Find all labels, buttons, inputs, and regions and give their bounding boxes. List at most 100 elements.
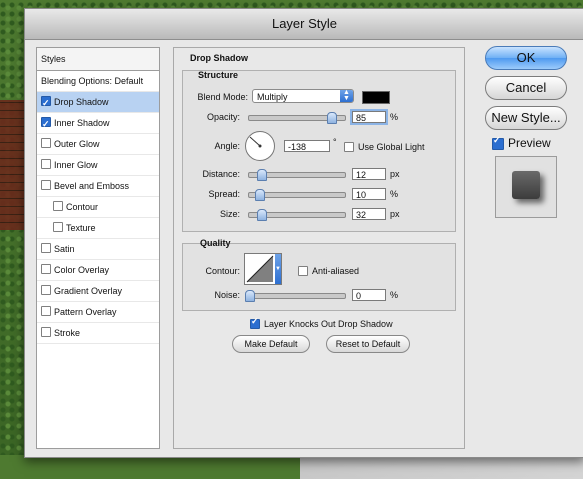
sidebar-item-inner-shadow[interactable]: Inner Shadow	[37, 113, 159, 134]
preview-thumbnail	[495, 156, 557, 218]
distance-slider-thumb[interactable]	[256, 169, 267, 181]
size-label: Size:	[219, 209, 240, 219]
sidebar-item-label: Stroke	[54, 328, 81, 338]
angle-unit: °	[333, 137, 337, 147]
knockout-label: Layer Knocks Out Drop Shadow	[264, 319, 393, 329]
ok-button[interactable]: OK	[485, 46, 567, 70]
quality-title: Quality	[200, 238, 231, 248]
reset-to-default-button[interactable]: Reset to Default	[326, 335, 410, 353]
distance-label: Distance:	[202, 169, 240, 179]
styles-list: Styles Blending Options: Default Drop Sh…	[36, 47, 160, 449]
sidebar-checkbox[interactable]	[41, 114, 51, 134]
spread-slider[interactable]	[248, 189, 346, 201]
noise-label: Noise:	[214, 290, 240, 300]
quality-group	[182, 243, 456, 311]
sidebar-item-outer-glow[interactable]: Outer Glow	[37, 134, 159, 155]
sidebar-item-label: Bevel and Emboss	[54, 181, 130, 191]
opacity-field[interactable]: 85	[352, 111, 386, 123]
styles-header[interactable]: Styles	[37, 48, 159, 71]
distance-field[interactable]: 12	[352, 168, 386, 180]
sidebar-item-label: Texture	[66, 223, 96, 233]
canvas-brick-texture	[0, 100, 26, 230]
sidebar-item-label: Contour	[66, 202, 99, 212]
use-global-light-checkbox[interactable]	[344, 142, 354, 152]
layer-style-dialog: Layer Style Styles Blending Options: Def…	[24, 8, 583, 458]
angle-dial[interactable]	[245, 131, 275, 161]
blend-mode-label: Blend Mode:	[197, 92, 248, 102]
sidebar-item-pattern-overlay[interactable]: Pattern Overlay	[37, 302, 159, 323]
sidebar-item-contour[interactable]: Contour	[37, 197, 159, 218]
size-field[interactable]: 32	[352, 208, 386, 220]
sidebar-item-label: Drop Shadow	[54, 97, 109, 107]
noise-slider[interactable]	[245, 290, 346, 302]
preview-checkbox[interactable]	[492, 135, 504, 150]
opacity-unit: %	[390, 112, 399, 122]
sidebar-item-color-overlay[interactable]: Color Overlay	[37, 260, 159, 281]
make-default-button[interactable]: Make Default	[232, 335, 310, 353]
preview-label: Preview	[508, 136, 551, 150]
angle-field[interactable]: -138	[284, 140, 330, 152]
sidebar-item-satin[interactable]: Satin	[37, 239, 159, 260]
new-style-button[interactable]: New Style...	[485, 106, 567, 130]
shadow-color-swatch[interactable]	[362, 91, 390, 104]
sidebar-item-stroke[interactable]: Stroke	[37, 323, 159, 344]
spread-label: Spread:	[208, 189, 240, 199]
sidebar-checkbox[interactable]	[41, 306, 51, 316]
sidebar-checkbox[interactable]	[53, 222, 63, 232]
canvas-bottom-strip	[0, 455, 583, 479]
preview-shape	[512, 171, 540, 199]
noise-unit: %	[390, 290, 399, 300]
sidebar-item-label: Outer Glow	[54, 139, 100, 149]
sidebar-checkbox[interactable]	[41, 243, 51, 253]
sidebar-item-label: Inner Glow	[54, 160, 98, 170]
sidebar-checkbox[interactable]	[41, 93, 51, 113]
opacity-label: Opacity:	[206, 112, 240, 122]
anti-aliased-checkbox[interactable]	[298, 266, 308, 276]
noise-slider-thumb[interactable]	[245, 290, 255, 302]
sidebar-checkbox[interactable]	[41, 285, 51, 295]
opacity-slider-thumb[interactable]	[326, 112, 337, 124]
sidebar-item-bevel-and-emboss[interactable]: Bevel and Emboss	[37, 176, 159, 197]
sidebar-item-gradient-overlay[interactable]: Gradient Overlay	[37, 281, 159, 302]
sidebar-checkbox[interactable]	[41, 327, 51, 337]
sidebar-item-label: Gradient Overlay	[54, 286, 123, 296]
sidebar-item-label: Inner Shadow	[54, 118, 110, 128]
sidebar-checkbox[interactable]	[41, 138, 51, 148]
angle-label: Angle:	[214, 141, 240, 151]
contour-picker[interactable]: ▼	[244, 253, 282, 285]
sidebar-checkbox[interactable]	[41, 264, 51, 274]
spread-unit: %	[390, 189, 399, 199]
contour-dropdown-icon[interactable]: ▼	[275, 254, 281, 284]
contour-label: Contour:	[205, 266, 240, 276]
section-title: Drop Shadow	[190, 53, 248, 63]
sidebar-item-drop-shadow[interactable]: Drop Shadow	[37, 92, 159, 113]
contour-curve-icon	[246, 255, 274, 283]
blend-mode-select[interactable]: Multiply ▲ ▼	[252, 89, 354, 103]
distance-unit: px	[390, 169, 400, 179]
sidebar-item-inner-glow[interactable]: Inner Glow	[37, 155, 159, 176]
drop-shadow-panel: Drop Shadow Structure Blend Mode: Multip…	[173, 47, 465, 449]
window-title[interactable]: Layer Style	[25, 9, 583, 40]
blending-options-item[interactable]: Blending Options: Default	[37, 71, 159, 92]
size-slider[interactable]	[248, 209, 346, 221]
anti-aliased-label: Anti-aliased	[312, 266, 360, 276]
sidebar-item-label: Satin	[54, 244, 75, 254]
spread-slider-thumb[interactable]	[254, 189, 265, 201]
sidebar-checkbox[interactable]	[53, 201, 63, 211]
size-slider-thumb[interactable]	[257, 209, 268, 221]
opacity-slider[interactable]	[248, 112, 346, 124]
sidebar-checkbox[interactable]	[41, 180, 51, 190]
noise-field[interactable]: 0	[352, 289, 386, 301]
distance-slider[interactable]	[248, 169, 346, 181]
knockout-checkbox[interactable]	[250, 316, 260, 329]
cancel-button[interactable]: Cancel	[485, 76, 567, 100]
sidebar-item-texture[interactable]: Texture	[37, 218, 159, 239]
sidebar-checkbox[interactable]	[41, 159, 51, 169]
select-arrows-icon: ▲ ▼	[340, 89, 353, 102]
structure-title: Structure	[198, 70, 239, 80]
spread-field[interactable]: 10	[352, 188, 386, 200]
use-global-light-label: Use Global Light	[358, 142, 425, 152]
blend-mode-value: Multiply	[257, 92, 288, 102]
angle-needle-icon	[249, 136, 262, 148]
sidebar-item-label: Pattern Overlay	[54, 307, 117, 317]
